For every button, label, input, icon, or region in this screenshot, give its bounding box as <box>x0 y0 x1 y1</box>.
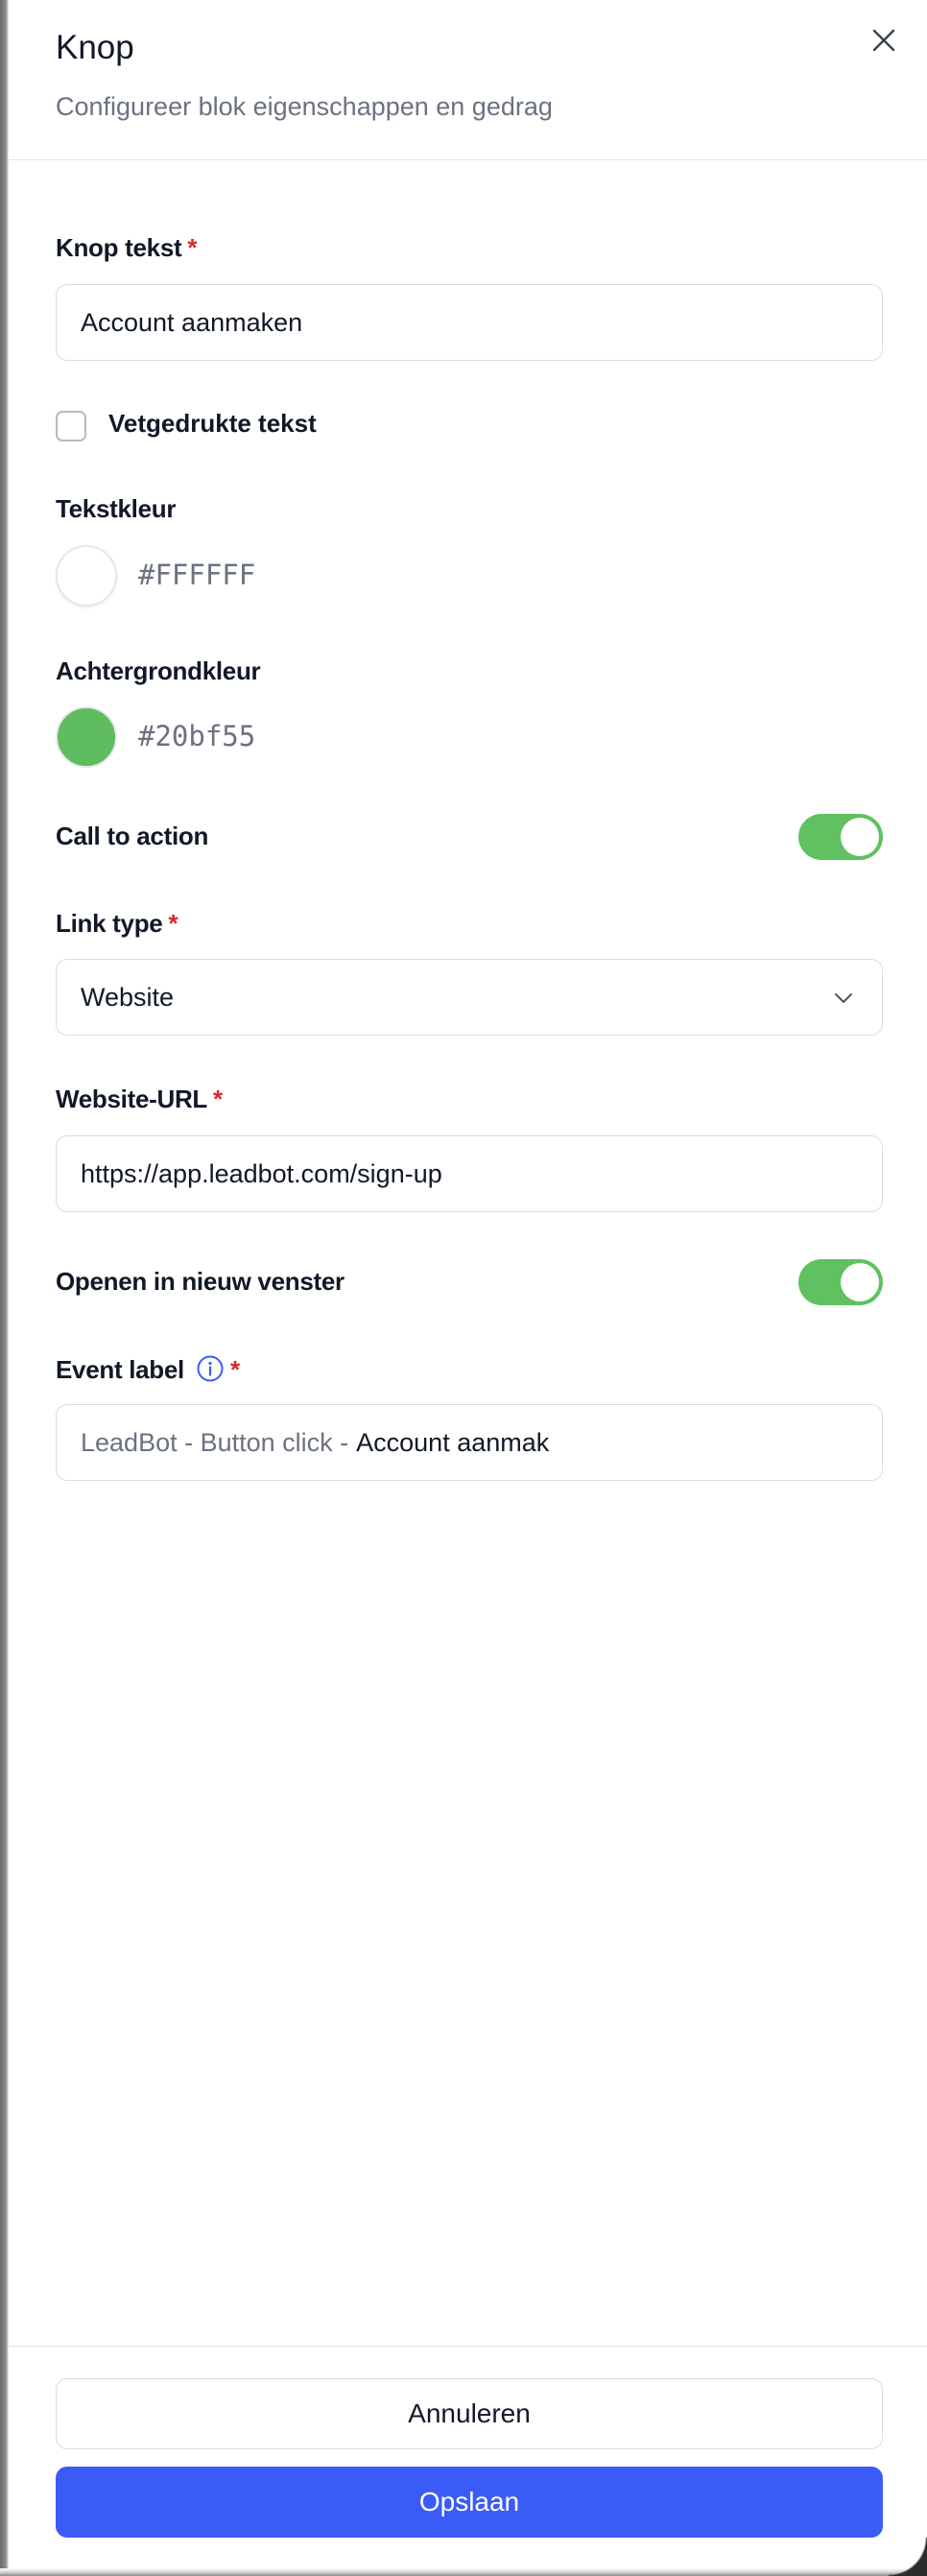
button-text-value: Account aanmaken <box>81 307 303 337</box>
chevron-down-icon <box>835 993 852 1003</box>
event-label-value: Account aanmak <box>356 1427 550 1457</box>
website-url-label: Website-URL * <box>56 1085 223 1113</box>
required-mark: * <box>229 1355 240 1384</box>
event-label-label: Event label * <box>56 1354 240 1384</box>
event-label-input[interactable]: LeadBot - Button click - Account aanmak <box>56 1404 883 1481</box>
background-color-label: Achtergrondkleur <box>56 656 261 685</box>
link-type-value: Website <box>81 982 175 1012</box>
close-icon[interactable] <box>868 25 899 56</box>
window-bottom-edge <box>0 2568 927 2576</box>
toggle-knob <box>841 1263 879 1301</box>
button-text-input[interactable]: Account aanmaken <box>56 284 883 361</box>
background-color-hex: #20bf55 <box>138 720 256 752</box>
panel-footer: Annuleren Opslaan <box>9 2346 927 2568</box>
required-mark: * <box>187 233 198 262</box>
open-new-window-label: Openen in nieuw venster <box>56 1267 345 1296</box>
website-url-value: https://app.leadbot.com/sign-up <box>81 1158 442 1188</box>
window-left-edge <box>0 0 9 2576</box>
website-url-input[interactable]: https://app.leadbot.com/sign-up <box>56 1135 883 1212</box>
text-color-label: Tekstkleur <box>56 494 177 523</box>
link-type-select[interactable]: Website <box>56 959 883 1036</box>
text-color-hex: #FFFFFF <box>138 559 256 591</box>
save-button[interactable]: Opslaan <box>56 2467 883 2538</box>
required-mark: * <box>213 1085 223 1113</box>
call-to-action-toggle[interactable] <box>798 814 883 860</box>
event-label-prefix: LeadBot - Button click - <box>81 1427 349 1457</box>
info-icon[interactable] <box>196 1354 225 1383</box>
button-text-label: Knop tekst * <box>56 233 198 262</box>
bold-text-checkbox[interactable] <box>56 411 86 441</box>
toggle-knob <box>841 818 879 856</box>
cancel-button[interactable]: Annuleren <box>56 2378 883 2449</box>
panel-title: Knop <box>56 29 134 66</box>
block-settings-panel: Knop Configureer blok eigenschappen en g… <box>9 0 927 2568</box>
text-color-swatch[interactable] <box>56 545 117 607</box>
background-color-swatch[interactable] <box>56 706 117 768</box>
call-to-action-label: Call to action <box>56 822 209 850</box>
panel-subtitle: Configureer blok eigenschappen en gedrag <box>56 92 553 121</box>
window-corner <box>889 2538 927 2576</box>
open-new-window-toggle[interactable] <box>798 1259 883 1305</box>
panel-header: Knop Configureer blok eigenschappen en g… <box>9 0 927 160</box>
bold-text-label: Vetgedrukte tekst <box>108 409 317 438</box>
link-type-label: Link type * <box>56 909 178 938</box>
required-mark: * <box>168 909 178 938</box>
